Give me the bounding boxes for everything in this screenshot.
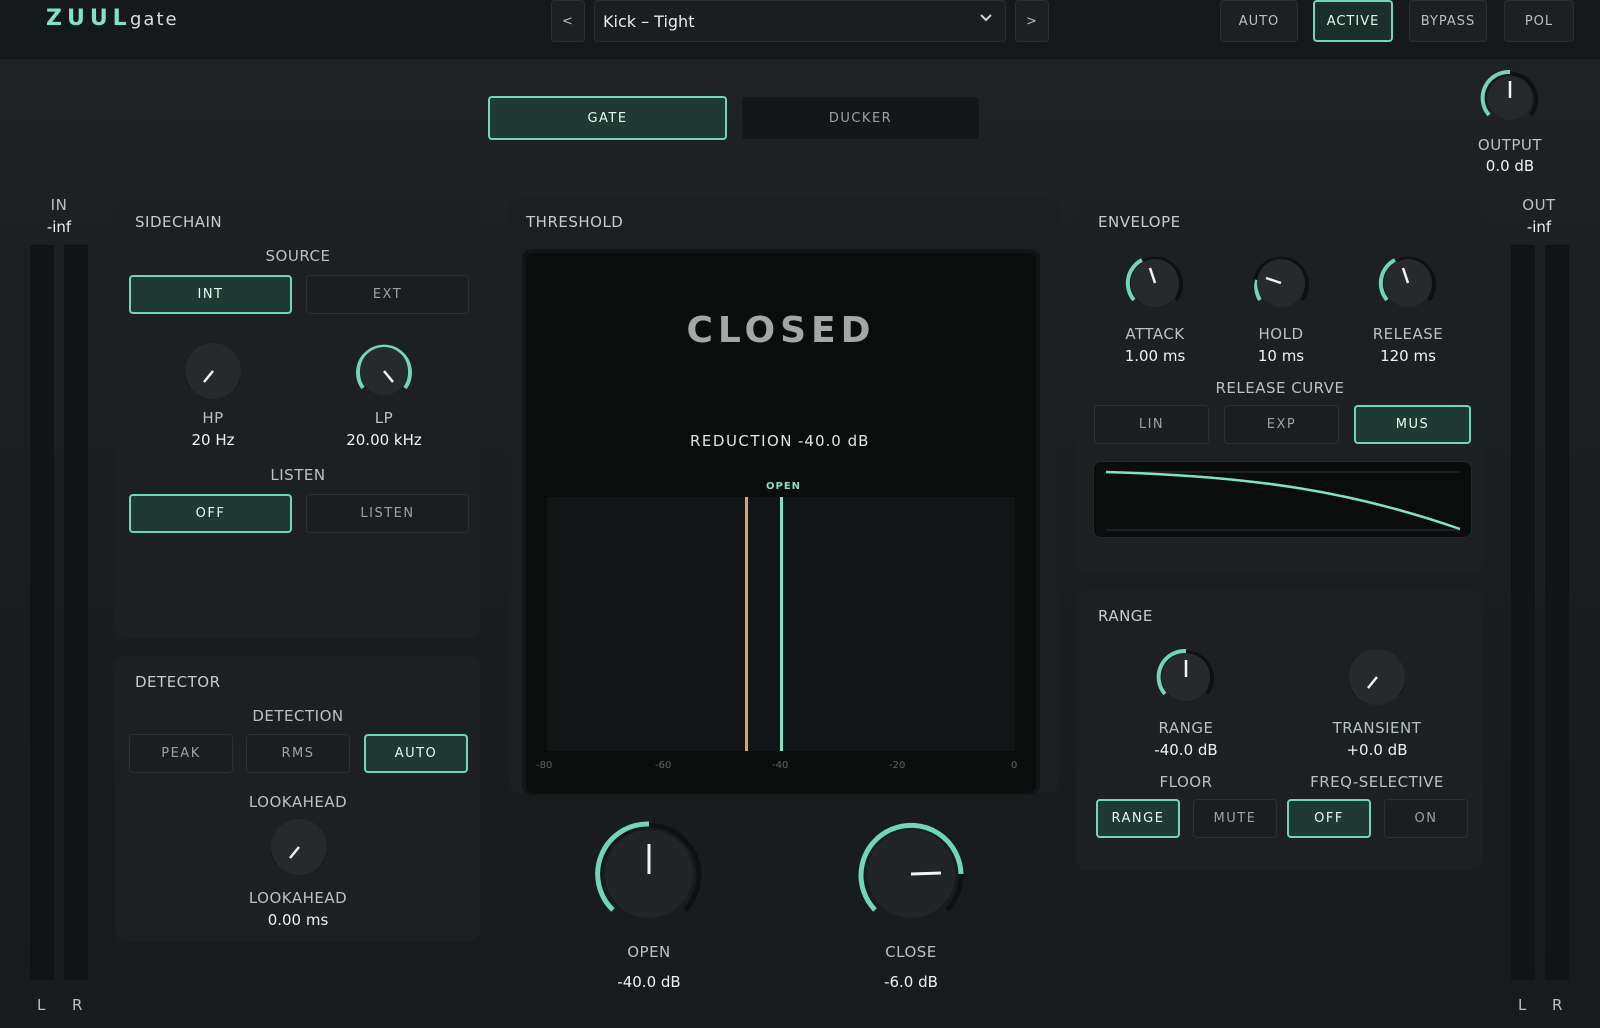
output-meter-label: OUT [1522, 196, 1556, 214]
output-knob[interactable] [1475, 63, 1545, 133]
attack-value: 1.00 ms [1124, 347, 1186, 365]
output-meter-value: -inf [1526, 218, 1552, 236]
envelope-title: ENVELOPE [1098, 213, 1181, 231]
freq-selective-on-button[interactable]: ON [1384, 799, 1468, 838]
close-knob-label: CLOSE [885, 943, 937, 961]
threshold-title: THRESHOLD [526, 213, 624, 231]
release-curve-label: RELEASE CURVE [1215, 379, 1345, 397]
polarity-button[interactable]: POL [1504, 0, 1574, 42]
reduction-label: REDUCTION [690, 432, 794, 450]
hold-value: 10 ms [1257, 347, 1305, 365]
hp-label: HP [202, 409, 224, 427]
previous-preset-button[interactable]: < [551, 0, 585, 42]
lp-label: LP [374, 409, 394, 427]
listen-label: LISTEN [270, 466, 326, 484]
curve-mus-button[interactable]: MUS [1354, 405, 1471, 444]
detector-title: DETECTOR [135, 673, 221, 691]
detection-rms-button[interactable]: RMS [246, 734, 350, 773]
input-meter-label: IN [50, 196, 68, 214]
sidechain-title: SIDECHAIN [135, 213, 223, 231]
output-meter-left [1511, 245, 1535, 980]
output-label: OUTPUT [1477, 136, 1543, 154]
product-name: gate [130, 9, 179, 30]
scale-tick-label: -60 [655, 760, 672, 771]
preset-name: Kick – Tight [603, 11, 695, 31]
close-knob-value: -6.0 dB [884, 973, 938, 991]
transient-value: +0.0 dB [1346, 741, 1408, 759]
source-int-button[interactable]: INT [129, 275, 292, 314]
reduction-value: -40.0 dB [798, 432, 870, 450]
range-knob-label: RANGE [1158, 719, 1214, 737]
active-button[interactable]: ACTIVE [1313, 0, 1393, 42]
lp-value: 20.00 kHz [346, 431, 422, 449]
hp-knob[interactable] [178, 336, 248, 406]
open-knob-value: -40.0 dB [617, 973, 681, 991]
scale-tick-label: -40 [772, 760, 789, 771]
input-left-channel-label: L [37, 996, 46, 1014]
hp-value: 20 Hz [191, 431, 235, 449]
open-knob-label: OPEN [627, 943, 671, 961]
input-meter-left [30, 245, 54, 980]
range-title: RANGE [1098, 607, 1153, 625]
detection-peak-button[interactable]: PEAK [129, 734, 233, 773]
close-knob[interactable] [851, 814, 971, 934]
close-threshold-line[interactable] [744, 497, 748, 751]
scale-tick-label: -20 [889, 760, 906, 771]
input-right-channel-label: R [72, 996, 83, 1014]
lookahead-value: 0.00 ms [267, 911, 329, 929]
preset-selector[interactable]: Kick – Tight [594, 0, 1006, 42]
gate-mode-button[interactable]: GATE [488, 96, 727, 140]
chevron-down-icon [979, 11, 993, 27]
open-knob[interactable] [589, 814, 709, 934]
lookahead-knob[interactable] [264, 812, 334, 882]
listen-on-button[interactable]: LISTEN [306, 494, 469, 533]
open-marker-label: OPEN [766, 481, 802, 492]
release-curve-display [1093, 461, 1472, 538]
source-ext-button[interactable]: EXT [306, 275, 469, 314]
source-label: SOURCE [265, 247, 331, 265]
lookahead-header: LOOKAHEAD [248, 793, 348, 811]
curve-lin-button[interactable]: LIN [1094, 405, 1209, 444]
next-preset-button[interactable]: > [1015, 0, 1049, 42]
bypass-button[interactable]: BYPASS [1409, 0, 1487, 42]
floor-mute-button[interactable]: MUTE [1193, 799, 1277, 838]
freq-selective-off-button[interactable]: OFF [1287, 799, 1371, 838]
lp-knob[interactable] [349, 336, 419, 406]
lookahead-label: LOOKAHEAD [248, 889, 348, 907]
floor-label: FLOOR [1159, 773, 1213, 791]
gate-state-text: CLOSED [686, 310, 876, 351]
transient-label: TRANSIENT [1332, 719, 1422, 737]
curve-exp-button[interactable]: EXP [1224, 405, 1339, 444]
freq-selective-label: FREQ-SELECTIVE [1310, 773, 1444, 791]
input-meter-value: -inf [46, 218, 72, 236]
input-meter-right [64, 245, 88, 980]
scale-tick-label: 0 [1011, 760, 1018, 771]
output-value: 0.0 dB [1485, 157, 1535, 175]
release-knob[interactable] [1373, 248, 1443, 318]
output-right-channel-label: R [1552, 996, 1563, 1014]
hold-label: HOLD [1258, 325, 1304, 343]
detection-auto-button[interactable]: AUTO [364, 734, 468, 773]
output-left-channel-label: L [1518, 996, 1527, 1014]
brand-logo: ZUUL [46, 6, 132, 31]
release-label: RELEASE [1372, 325, 1444, 343]
range-knob[interactable] [1151, 642, 1221, 712]
auto-button[interactable]: AUTO [1220, 0, 1298, 42]
attack-knob[interactable] [1120, 248, 1190, 318]
detection-label: DETECTION [252, 707, 344, 725]
transient-knob[interactable] [1342, 642, 1412, 712]
release-value: 120 ms [1380, 347, 1436, 365]
listen-off-button[interactable]: OFF [129, 494, 292, 533]
scale-tick-label: -80 [536, 760, 553, 771]
hold-knob[interactable] [1246, 248, 1316, 318]
floor-range-button[interactable]: RANGE [1096, 799, 1180, 838]
range-knob-value: -40.0 dB [1154, 741, 1218, 759]
open-threshold-line[interactable] [780, 497, 783, 751]
ducker-mode-button[interactable]: DUCKER [741, 96, 980, 140]
output-meter-right [1545, 245, 1569, 980]
attack-label: ATTACK [1125, 325, 1185, 343]
